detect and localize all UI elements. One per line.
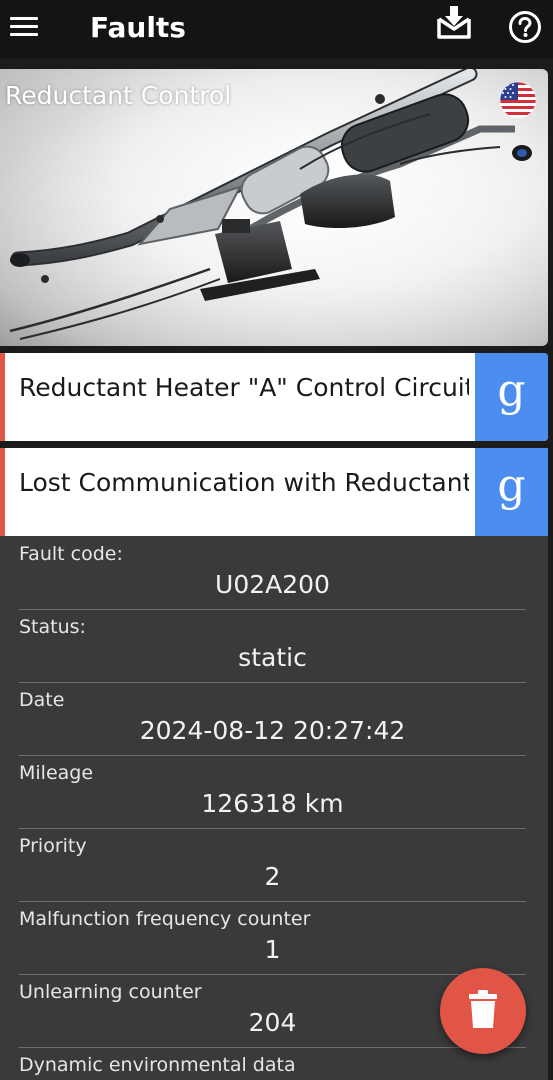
detail-row-malfunction-frequency: Malfunction frequency counter 1 xyxy=(19,901,526,975)
app-root: Faults Reductant Control Reductant Heate… xyxy=(0,0,553,1080)
detail-label: Mileage xyxy=(19,762,94,784)
us-flag-graphic xyxy=(499,81,537,119)
top-app-bar: Faults xyxy=(0,0,553,58)
detail-row-dynamic-environmental-data: Dynamic environmental data xyxy=(19,1047,526,1080)
delete-fault-button[interactable] xyxy=(440,968,526,1054)
fault-description: Reductant Heater "A" Control Circuit.. xyxy=(19,373,469,402)
help-button[interactable] xyxy=(508,10,542,44)
detail-value: 126318 km xyxy=(201,789,344,818)
detail-row-date: Date 2024-08-12 20:27:42 xyxy=(19,682,526,756)
fault-accent-bar xyxy=(0,353,5,441)
detail-label: Fault code: xyxy=(19,543,123,565)
detail-value: 1 xyxy=(264,935,281,964)
download-tray-icon xyxy=(437,6,471,39)
detail-row-fault-code: Fault code: U02A200 xyxy=(19,536,526,610)
detail-label: Malfunction frequency counter xyxy=(19,908,311,930)
detail-value: 2 xyxy=(264,862,281,891)
us-flag-icon[interactable] xyxy=(499,81,537,119)
hamburger-line xyxy=(10,33,38,36)
hamburger-line xyxy=(10,25,38,28)
detail-row-status: Status: static xyxy=(19,609,526,683)
component-image: Reductant Control xyxy=(0,69,548,346)
google-search-button[interactable]: g xyxy=(475,353,548,441)
fault-item[interactable]: Lost Communication with Reductant Contro… xyxy=(0,448,548,536)
fault-accent-bar xyxy=(0,448,5,536)
help-circle-icon xyxy=(509,11,541,43)
hamburger-menu-icon xyxy=(10,17,38,20)
component-title: Reductant Control xyxy=(5,81,232,110)
menu-button[interactable] xyxy=(10,14,40,40)
detail-label: Status: xyxy=(19,616,86,638)
google-g-icon: g xyxy=(497,365,526,416)
detail-value: U02A200 xyxy=(215,570,330,599)
fault-item[interactable]: Reductant Heater "A" Control Circuit.. g xyxy=(0,353,548,441)
detail-row-mileage: Mileage 126318 km xyxy=(19,755,526,829)
download-button[interactable] xyxy=(436,5,472,41)
detail-label: Unlearning counter xyxy=(19,981,202,1003)
detail-value: 2024-08-12 20:27:42 xyxy=(139,716,406,745)
detail-row-priority: Priority 2 xyxy=(19,828,526,902)
detail-label: Dynamic environmental data xyxy=(19,1054,296,1076)
google-g-icon: g xyxy=(497,460,526,511)
trash-icon xyxy=(469,990,497,1028)
google-search-button[interactable]: g xyxy=(475,448,548,536)
detail-label: Date xyxy=(19,689,65,711)
detail-value: static xyxy=(238,643,307,672)
page-title: Faults xyxy=(90,11,186,44)
detail-label: Priority xyxy=(19,835,87,857)
fault-description: Lost Communication with Reductant Contro… xyxy=(19,468,469,497)
